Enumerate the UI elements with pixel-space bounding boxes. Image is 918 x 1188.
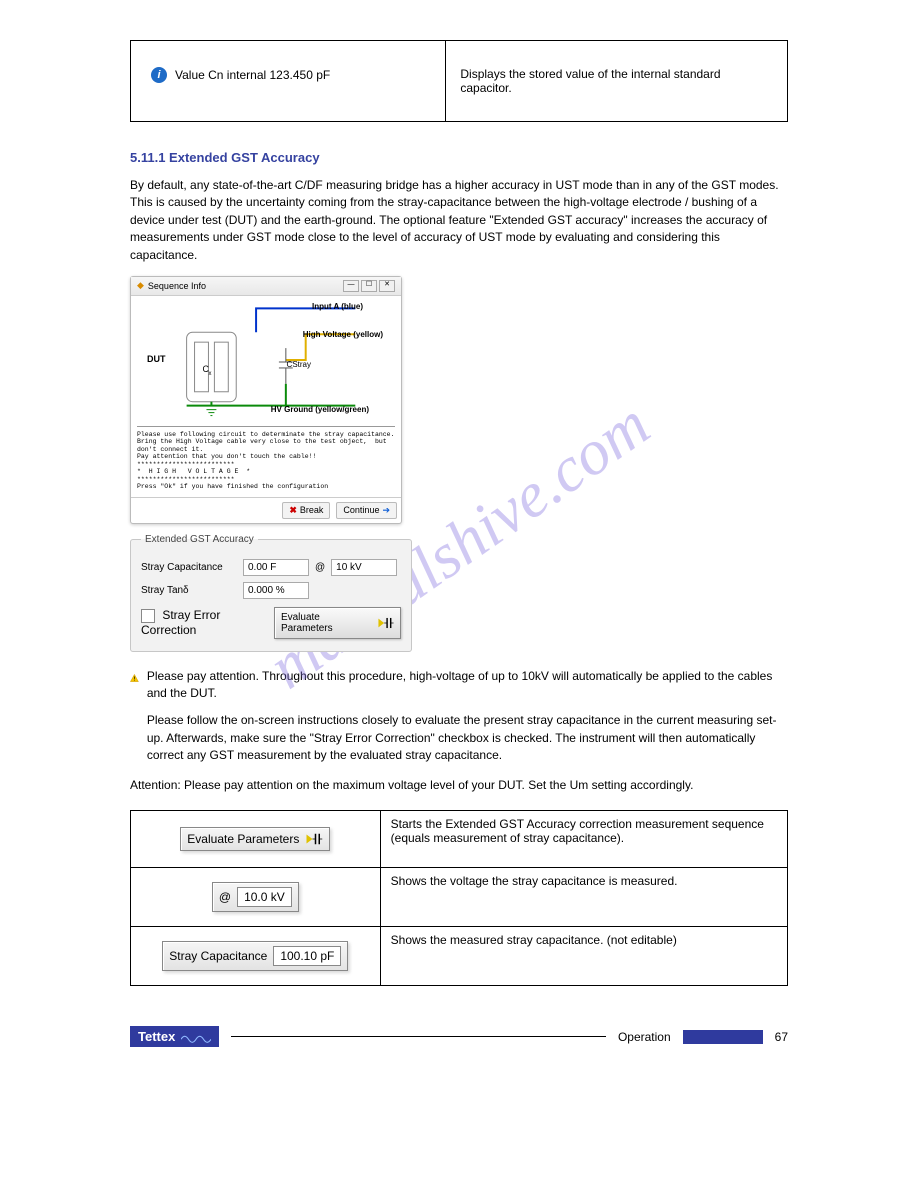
break-button[interactable]: ✖Break — [282, 502, 330, 519]
at-voltage-desc: Shows the voltage the stray capacitance … — [380, 868, 787, 927]
cstray-label: CStray — [287, 360, 311, 369]
attention-line: Attention: Please pay attention on the m… — [130, 777, 788, 794]
extended-gst-panel: Extended GST Accuracy Stray Capacitance … — [130, 534, 412, 652]
controls-table: Evaluate Parameters Starts the Extended … — [130, 810, 788, 986]
capacitor-play-icon — [305, 832, 323, 846]
footer-section: Operation — [618, 1030, 671, 1044]
warning-icon: ! — [130, 668, 139, 688]
circuit-diagram: C x DUT Input A (blue) — [137, 302, 395, 422]
hv-label: High Voltage (yellow) — [303, 330, 383, 339]
info-table: i Value Cn internal 123.450 pF Displays … — [130, 40, 788, 122]
stray-cap-readout-field: 100.10 pF — [273, 946, 341, 966]
capacitor-play-icon — [377, 616, 394, 630]
page-footer: Tettex Operation 67 — [130, 1026, 788, 1047]
ground-label: HV Ground (yellow/green) — [271, 405, 369, 414]
warning-text-2: Please follow the on-screen instructions… — [147, 712, 788, 764]
sequence-instructions: Please use following circuit to determin… — [137, 426, 395, 491]
evaluate-parameters-button[interactable]: Evaluate Parameters — [274, 607, 401, 639]
at-symbol: @ — [219, 890, 231, 904]
page-number: 67 — [775, 1030, 788, 1044]
svg-text:!: ! — [134, 676, 136, 682]
evaluate-parameters-desc: Starts the Extended GST Accuracy correct… — [380, 811, 787, 868]
input-a-label: Input A (blue) — [312, 302, 363, 311]
sequence-info-window: ◆ Sequence Info — ☐ ✕ C x — [130, 276, 402, 524]
section-heading: 5.11.1 Extended GST Accuracy — [130, 150, 788, 165]
stray-cap-voltage-field[interactable]: 10 kV — [331, 559, 397, 576]
window-title: Sequence Info — [148, 281, 206, 291]
at-voltage-control: @ 10.0 kV — [212, 882, 299, 912]
brand-logo: Tettex — [130, 1026, 219, 1047]
at-symbol: @ — [315, 562, 325, 573]
dut-label: DUT — [147, 354, 166, 364]
evaluate-parameters-button-large[interactable]: Evaluate Parameters — [180, 827, 330, 851]
info-badge-desc: Displays the stored value of the interna… — [456, 47, 777, 115]
minimize-icon[interactable]: — — [343, 280, 359, 292]
continue-button[interactable]: Continue➔ — [336, 502, 397, 519]
stray-tan-field[interactable]: 0.000 % — [243, 582, 309, 599]
info-badge-text: Value Cn internal 123.450 pF — [175, 68, 330, 82]
stray-cap-desc: Shows the measured stray capacitance. (n… — [380, 927, 787, 986]
stray-cap-control: Stray Capacitance 100.10 pF — [162, 941, 348, 971]
arrow-icon: ➔ — [382, 505, 390, 516]
at-voltage-field[interactable]: 10.0 kV — [237, 887, 292, 907]
warning-text-1: Please pay attention. Throughout this pr… — [147, 668, 788, 703]
gst-legend: Extended GST Accuracy — [141, 534, 258, 545]
stray-tan-label: Stray Tanδ — [141, 585, 237, 596]
svg-text:x: x — [208, 371, 211, 377]
close-icon[interactable]: ✕ — [379, 280, 395, 292]
window-icon: ◆ — [137, 280, 144, 291]
stray-correction-checkbox[interactable] — [141, 609, 155, 623]
section-intro: By default, any state-of-the-art C/DF me… — [130, 177, 788, 264]
maximize-icon[interactable]: ☐ — [361, 280, 377, 292]
x-icon: ✖ — [289, 505, 297, 516]
stray-cap-field[interactable]: 0.00 F — [243, 559, 309, 576]
stray-cap-readout-label: Stray Capacitance — [169, 949, 267, 963]
stray-cap-label: Stray Capacitance — [141, 562, 237, 573]
info-icon: i — [151, 67, 167, 83]
